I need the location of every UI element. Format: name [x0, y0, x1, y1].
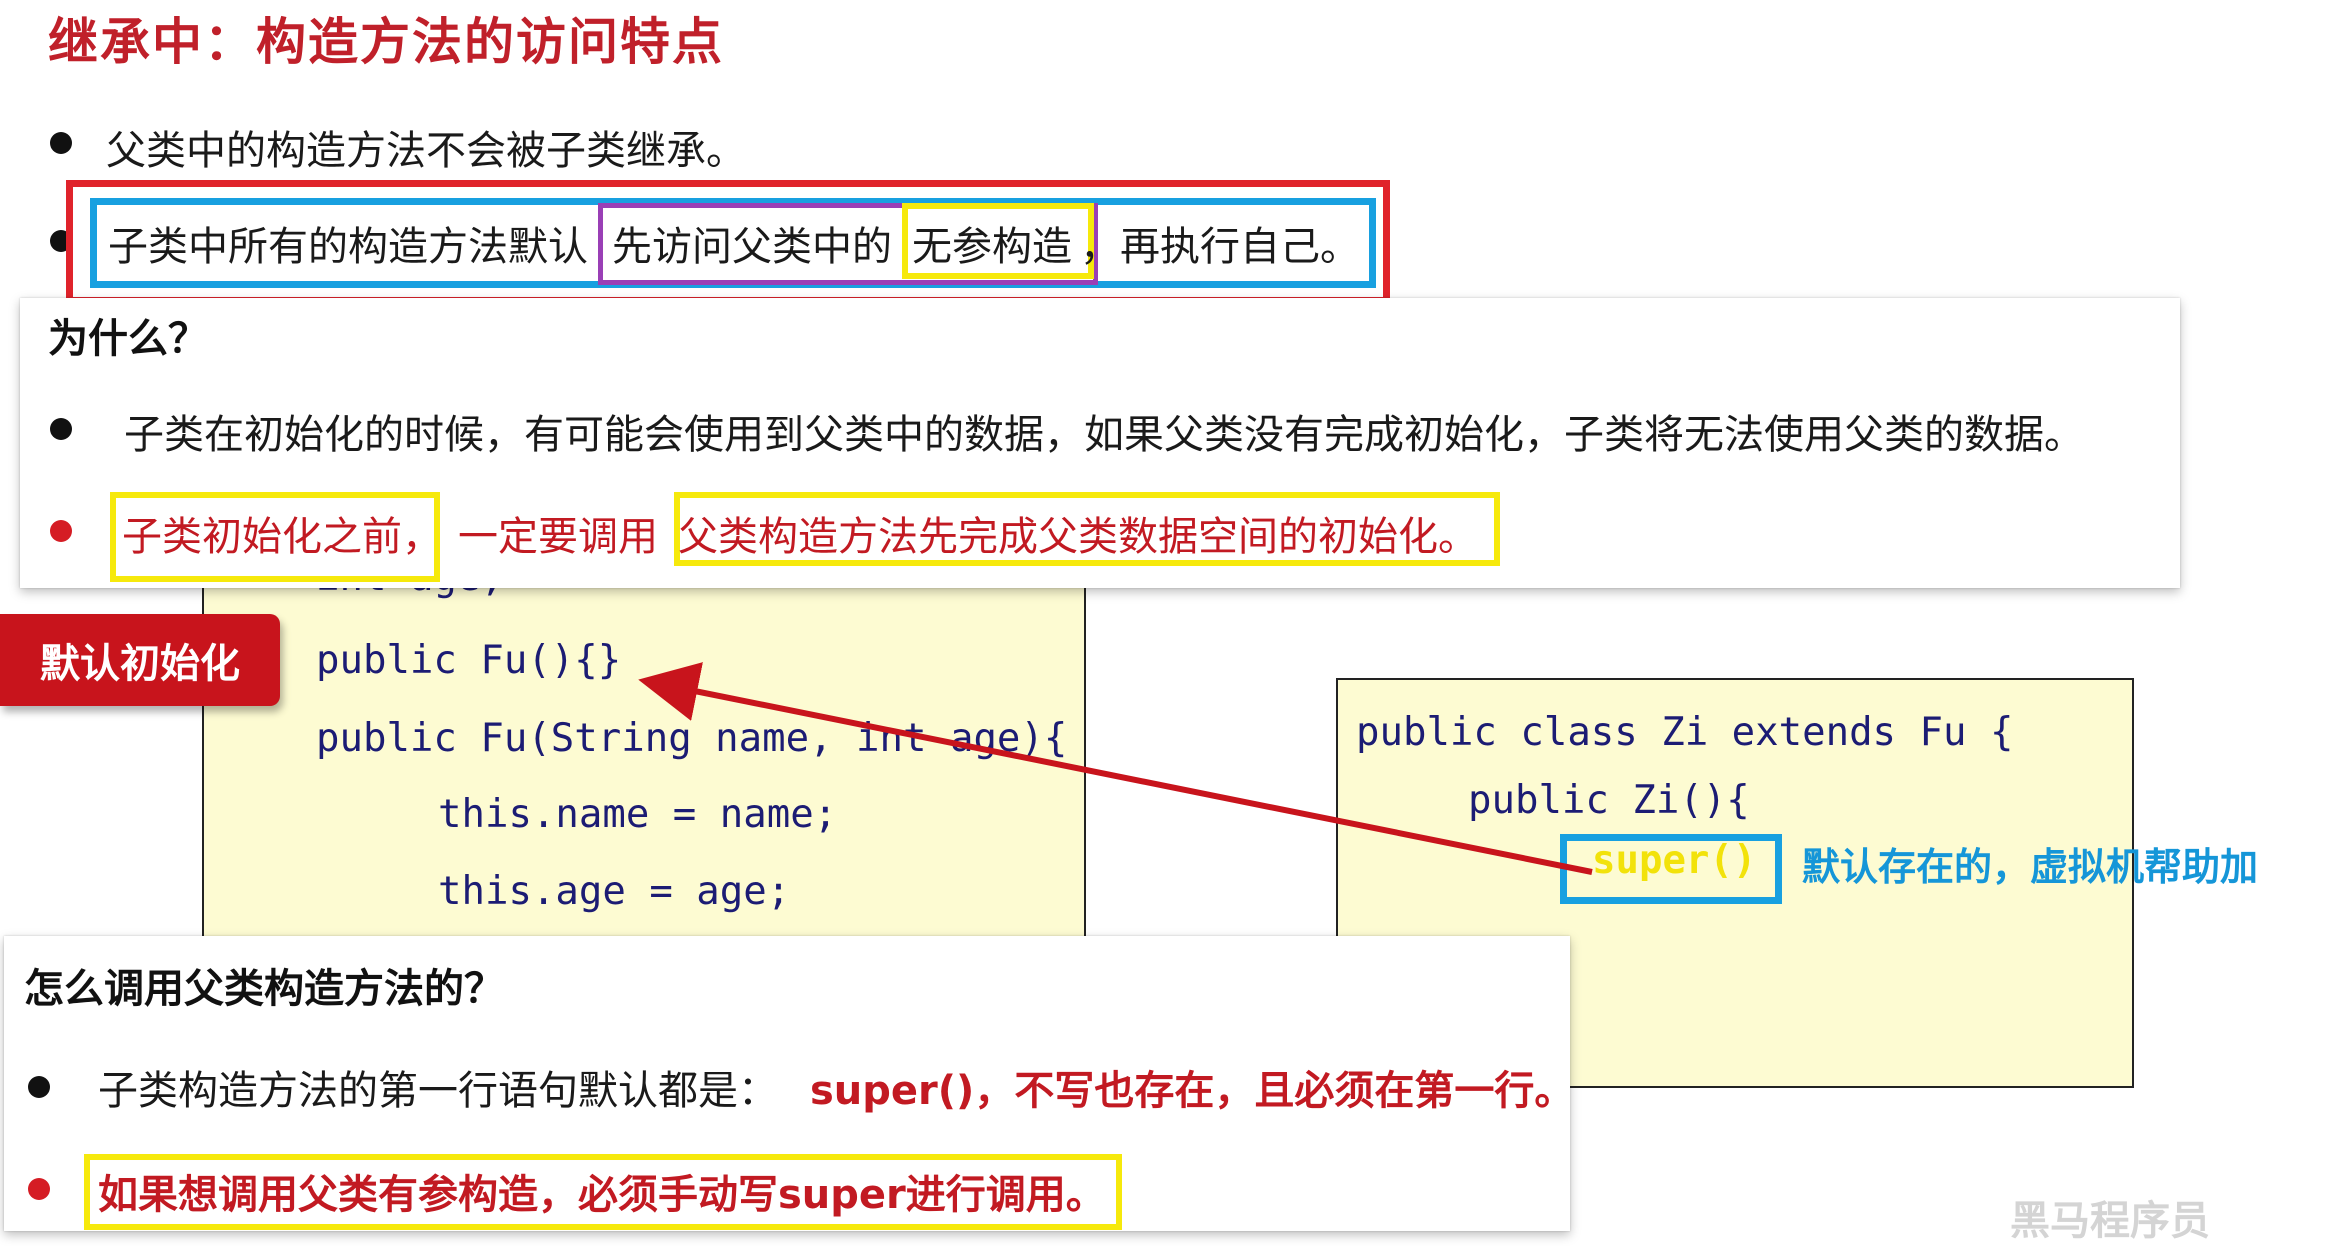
bullet-text-part3: 无参构造 [912, 224, 1072, 270]
why-bullet-2-part1: 子类初始化之前， [122, 514, 442, 560]
page-title: 继承中：构造方法的访问特点 [48, 13, 724, 71]
code-line: public Fu(String name, int age){ [316, 716, 1068, 761]
why-card-heading: 为什么？ [48, 316, 208, 362]
bullet-text-part2: 先访问父类中的 [612, 224, 892, 270]
code-line: public Fu(){} [316, 638, 622, 683]
why-card: 为什么？ 子类在初始化的时候，有可能会使用到父类中的数据，如果父类没有完成初始化… [20, 298, 2180, 588]
bullet-text-part4: ，再执行自己。 [1080, 224, 1360, 270]
how-bullet-1-bold: super()，不写也存在，且必须在第一行。 [810, 1068, 1575, 1114]
super-note: 默认存在的，虚拟机帮助加 [1802, 845, 2259, 889]
bullet-dot [28, 1076, 50, 1098]
how-card-heading: 怎么调用父类构造方法的？ [24, 966, 504, 1012]
code-line: public Zi(){ [1468, 778, 1750, 823]
bullet-dot [50, 132, 72, 154]
bullet-dot [50, 418, 72, 440]
why-bullet-2-part2: 一定要调用 [458, 514, 658, 560]
bullet-text: 父类中的构造方法不会被子类继承。 [106, 128, 746, 174]
how-card: 怎么调用父类构造方法的？ 子类构造方法的第一行语句默认都是： super()，不… [4, 936, 1574, 1231]
default-init-tag: 默认初始化 [0, 614, 280, 706]
super-call: super() [1592, 838, 1757, 883]
code-line: this.age = age; [438, 869, 791, 914]
watermark: 黑马程序员 [2010, 1198, 2210, 1244]
bullet-text-part1: 子类中所有的构造方法默认 [108, 224, 588, 270]
how-bullet-2: 如果想调用父类有参构造，必须手动写super进行调用。 [98, 1172, 1106, 1218]
bullet-dot-red [28, 1178, 50, 1200]
code-line: public class Zi extends Fu { [1356, 710, 2014, 755]
code-line: this.name = name; [438, 792, 838, 837]
why-bullet-2-part3: 父类构造方法先完成父类数据空间的初始化。 [678, 514, 1478, 560]
how-bullet-1-plain: 子类构造方法的第一行语句默认都是： [98, 1068, 778, 1114]
bullet-dot-red [50, 520, 72, 542]
why-bullet-1: 子类在初始化的时候，有可能会使用到父类中的数据，如果父类没有完成初始化，子类将无… [124, 412, 2084, 458]
